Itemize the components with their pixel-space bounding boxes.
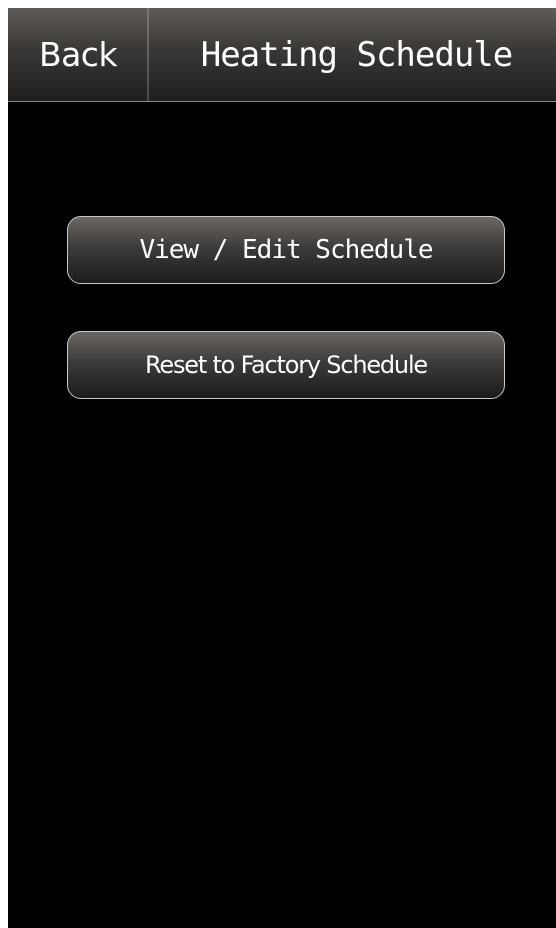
app-screen: Back Heating Schedule View / Edit Schedu… (8, 8, 556, 928)
reset-factory-schedule-button[interactable]: Reset to Factory Schedule (67, 331, 505, 399)
back-button[interactable]: Back (8, 8, 148, 101)
page-title: Heating Schedule (200, 34, 514, 75)
view-edit-schedule-button[interactable]: View / Edit Schedule (67, 216, 505, 284)
header-bar: Back Heating Schedule (8, 8, 556, 102)
